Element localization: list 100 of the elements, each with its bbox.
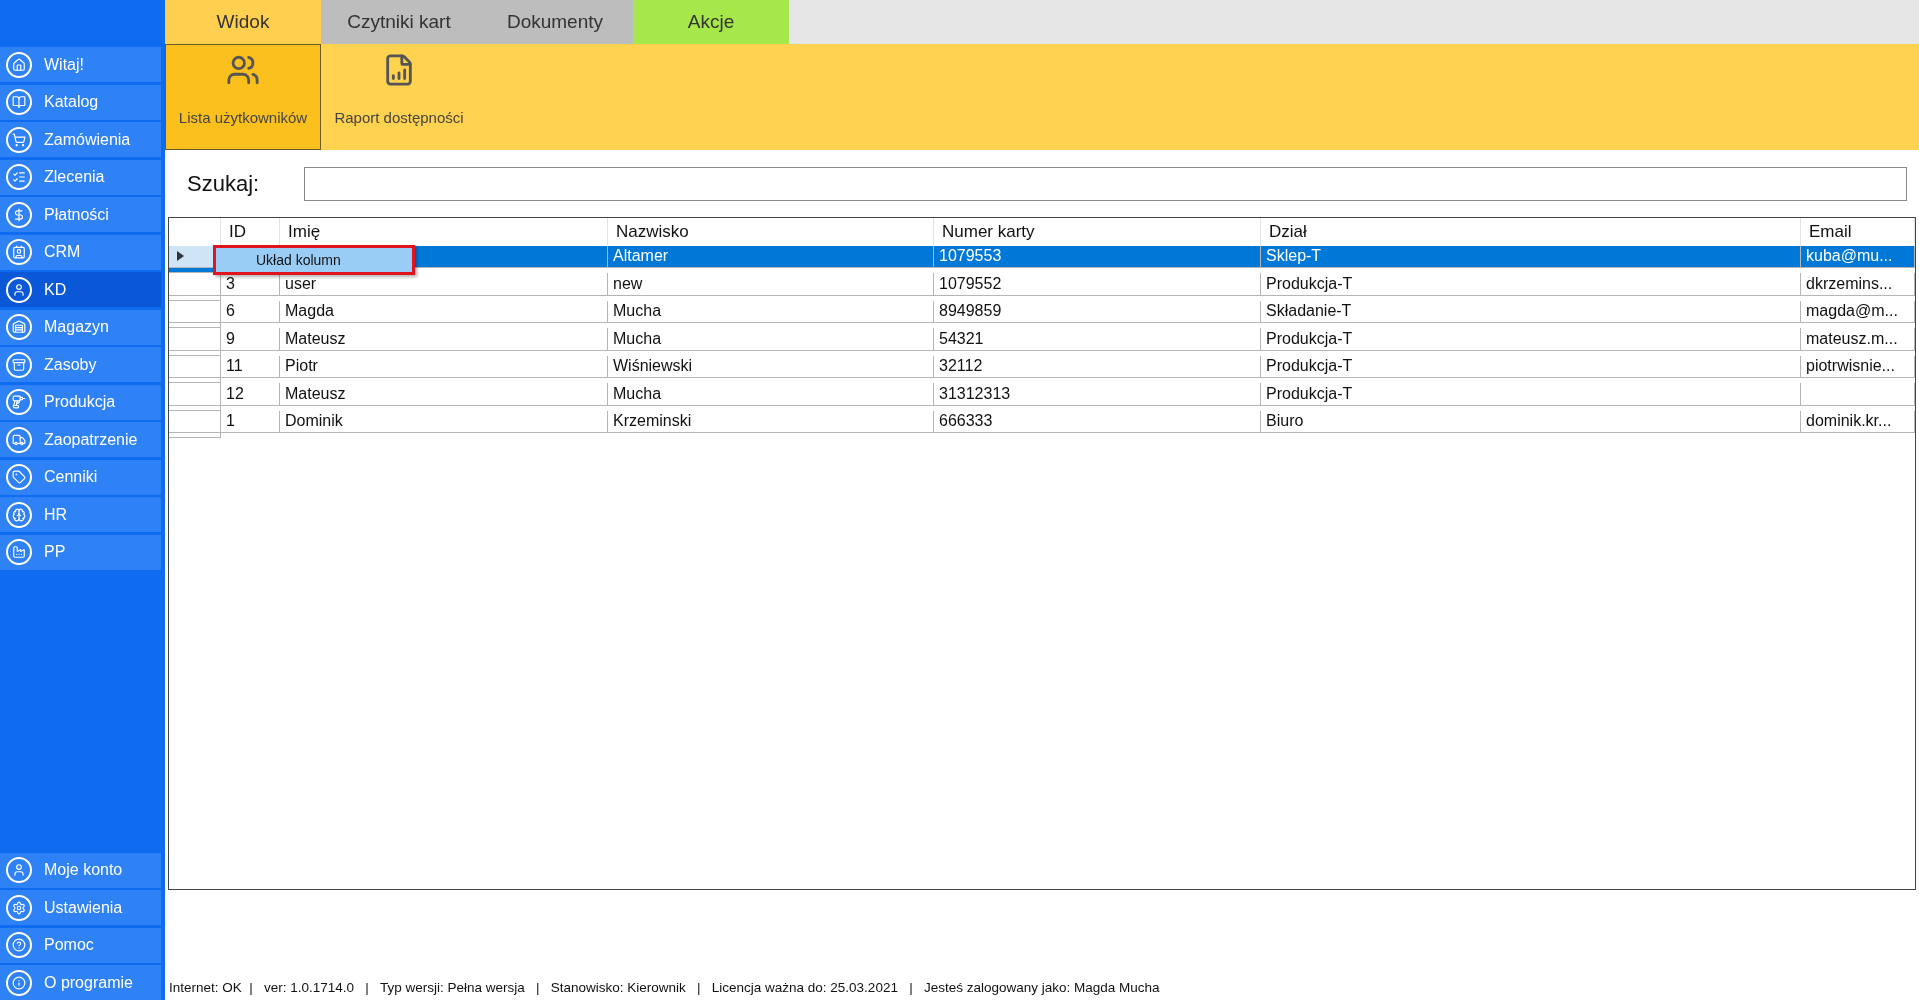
sidebar-item-label: Witaj! (44, 55, 84, 74)
sidebar-item-label: CRM (44, 243, 81, 261)
truck-icon (6, 426, 32, 453)
sidebar-item-label: Katalog (44, 93, 99, 111)
sidebar-item-label: PP (44, 543, 66, 561)
table-cell: Altamer (608, 245, 934, 269)
table-cell: 6 (221, 300, 280, 324)
sidebar-item[interactable]: Zamówienia (0, 122, 161, 157)
home-icon (6, 51, 32, 78)
table-cell: Produkcja-T (1261, 383, 1801, 406)
table-cell: magda@m... (1801, 300, 1915, 324)
table-cell: 1 (221, 410, 280, 434)
sidebar-item-label: HR (44, 505, 68, 524)
table-cell: kuba@mu... (1801, 245, 1915, 269)
sidebar-item-label: Zlecenia (44, 168, 105, 186)
sidebar-item[interactable]: KD (0, 272, 161, 307)
sidebar-item[interactable]: Zasoby (0, 347, 161, 382)
column-header[interactable]: Numer karty (934, 218, 1261, 246)
sidebar-item[interactable]: Płatności (0, 197, 161, 232)
table-cell: 12 (221, 383, 280, 406)
sidebar-item[interactable]: Produkcja (0, 384, 161, 420)
table-cell: new (608, 273, 934, 296)
menu-item[interactable]: Układ kolumn (256, 252, 341, 268)
table-cell: Mucha (608, 328, 934, 351)
table-cell: Produkcja-T (1261, 273, 1801, 296)
sidebar-item[interactable]: Katalog (0, 84, 161, 120)
brain-icon (6, 501, 32, 528)
sidebar-item[interactable]: PP (0, 534, 161, 570)
tab[interactable]: Dokumenty (477, 0, 633, 44)
table-cell: Mateusz (280, 328, 608, 351)
warehouse-icon (6, 314, 32, 340)
user-icon (6, 276, 32, 303)
factory-icon (6, 539, 32, 565)
tab[interactable]: Widok (165, 0, 321, 44)
settings-icon (6, 894, 32, 921)
sidebar-item-label: Cenniki (44, 468, 98, 486)
table-cell: 31312313 (934, 383, 1261, 406)
table-cell: dkrzemins... (1801, 273, 1915, 296)
ribbon-button[interactable]: Raport dostępności (321, 44, 477, 150)
sidebar-item-label: Pomoc (44, 936, 94, 954)
sidebar-item[interactable]: Cenniki (0, 459, 161, 495)
table-cell: piotrwisnie... (1801, 355, 1915, 379)
column-header[interactable]: Nazwisko (608, 218, 934, 246)
sidebar-item[interactable]: Pomoc (0, 927, 161, 963)
table-cell: Krzeminski (608, 410, 934, 434)
table-cell: Dominik (280, 410, 608, 434)
search-label: Szukaj: (187, 170, 260, 197)
dollar-icon (6, 201, 32, 228)
ribbon-button[interactable]: Lista użytkowników (165, 44, 321, 150)
sidebar-item[interactable]: Ustawienia (0, 890, 161, 925)
table-cell: dominik.kr... (1801, 410, 1915, 434)
sidebar-item-label: Produkcja (44, 393, 116, 411)
table-cell: 8949859 (934, 300, 1261, 324)
table-cell: Magda (280, 300, 608, 324)
column-header[interactable]: Dział (1261, 218, 1801, 246)
table-cell: Piotr (280, 355, 608, 379)
table-cell: 32112 (934, 355, 1261, 379)
sidebar-item-label: Magazyn (44, 318, 109, 336)
table-cell: Produkcja-T (1261, 328, 1801, 351)
users-icon (226, 53, 260, 87)
table-cell: Sklep-T (1261, 245, 1801, 269)
table-cell: Mateusz (280, 383, 608, 406)
table-cell: 1079552 (934, 273, 1261, 296)
table-cell: Produkcja-T (1261, 355, 1801, 379)
contact-card-icon (6, 239, 32, 265)
sidebar-item[interactable]: Magazyn (0, 309, 161, 345)
sidebar-item[interactable]: CRM (0, 234, 161, 270)
sidebar-item[interactable]: HR (0, 497, 161, 532)
column-header[interactable]: Email (1801, 218, 1915, 246)
sidebar-item-label: KD (44, 280, 67, 299)
table-cell: Mucha (608, 300, 934, 324)
sidebar-item[interactable]: Zlecenia (0, 159, 161, 195)
table-cell: Biuro (1261, 410, 1801, 434)
table-cell: Wiśniewski (608, 355, 934, 379)
status-text: Internet: OK | ver: 1.0.1714.0 | Typ wersji: Pełna wersja | Stanowisko: Kierownik | Licencja ważna do: 25.03.2021 | Jesteś zalogowany jako: Magda Mucha (169, 979, 1160, 995)
tab[interactable]: Akcje (633, 0, 789, 44)
sidebar-item-label: O programie (44, 973, 133, 992)
sidebar-item[interactable]: Zaopatrzenie (0, 422, 161, 457)
tab[interactable]: Czytniki kart (321, 0, 477, 44)
sidebar-item[interactable]: O programie (0, 965, 161, 1000)
table-cell: Mucha (608, 383, 934, 406)
user-icon (6, 857, 32, 883)
table-cell: Składanie-T (1261, 300, 1801, 324)
sidebar-item-label: Ustawienia (44, 898, 123, 917)
table-cell: 9 (221, 328, 280, 351)
sidebar-item-label: Moje konto (44, 861, 123, 879)
table-cell: mateusz.m... (1801, 328, 1915, 351)
table-cell: 3 (221, 273, 280, 296)
table-cell: 54321 (934, 328, 1261, 351)
search-field[interactable] (304, 166, 1907, 201)
drill-icon (6, 389, 32, 415)
tag-icon (6, 464, 32, 490)
sidebar-item[interactable]: Moje konto (0, 852, 161, 888)
sidebar-item[interactable]: Witaj! (0, 47, 161, 82)
sidebar-item-label: Zasoby (44, 355, 97, 374)
table-cell: user (280, 273, 608, 296)
help-icon (6, 932, 32, 958)
sidebar-item-label: Zamówienia (44, 130, 131, 149)
table-cell: 666333 (934, 410, 1261, 434)
sidebar-item-label: Płatności (44, 205, 109, 224)
